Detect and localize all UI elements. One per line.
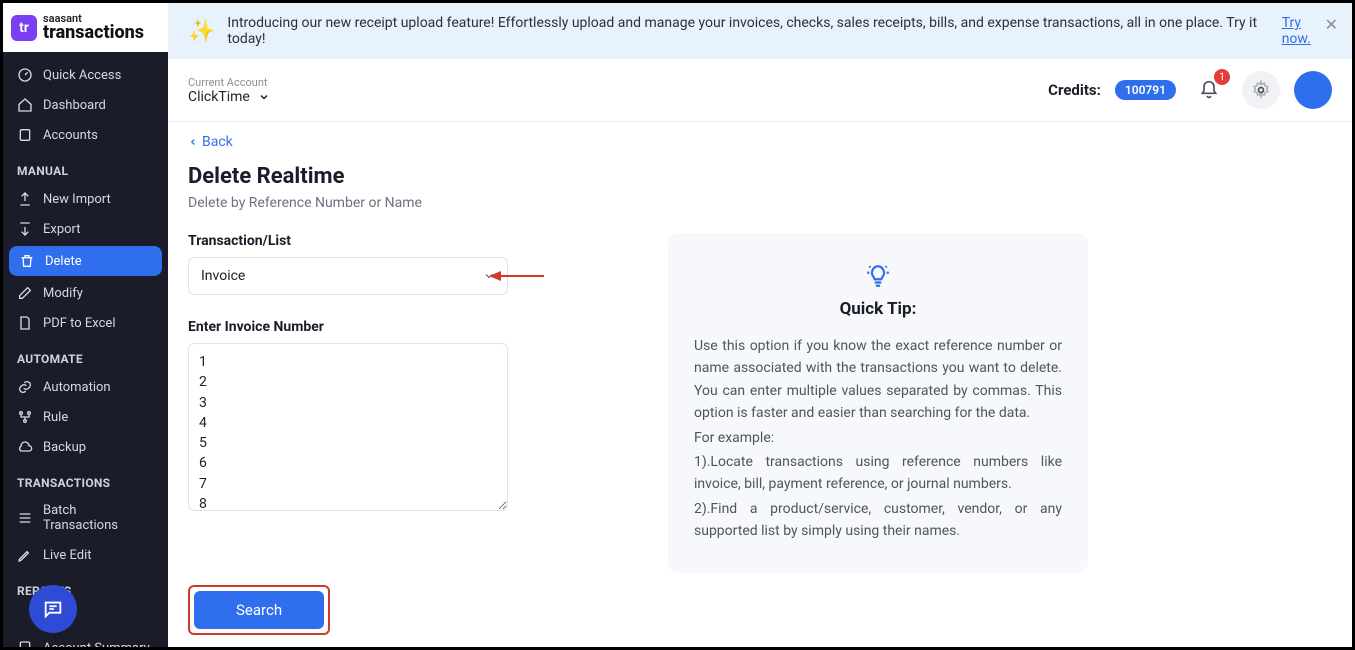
sidebar-section-reports: REPORTS [3, 570, 168, 604]
home-icon [17, 97, 33, 113]
download-icon [17, 221, 33, 237]
sidebar-item-rule[interactable]: Rule [3, 402, 168, 432]
page-title: Delete Realtime [188, 164, 1332, 189]
sidebar-section-manual: MANUAL [3, 150, 168, 184]
sidebar-item-dashboard[interactable]: Dashboard [3, 90, 168, 120]
credits-label: Credits: [1048, 81, 1101, 99]
header-bar: Current Account ClickTime Credits: 10079… [168, 59, 1352, 122]
gauge-icon [17, 67, 33, 83]
doc-icon [17, 640, 33, 647]
page-subtitle: Delete by Reference Number or Name [188, 195, 1332, 211]
avatar[interactable] [1294, 71, 1332, 109]
sidebar-section-automate: AUTOMATE [3, 338, 168, 372]
chat-fab[interactable] [29, 585, 77, 633]
upload-icon [17, 191, 33, 207]
sidebar-item-automation[interactable]: Automation [3, 372, 168, 402]
sidebar-item-backup[interactable]: Backup [3, 432, 168, 462]
logo-badge: tr [11, 15, 37, 41]
credits-pill: 100791 [1115, 80, 1176, 100]
tip-title: Quick Tip: [694, 299, 1062, 319]
notifications-button[interactable]: 1 [1190, 71, 1228, 109]
clipboard-icon [17, 127, 33, 143]
sidebar-item-live-edit[interactable]: Live Edit [3, 540, 168, 570]
search-button-highlight: Search [188, 585, 330, 635]
list-icon [17, 510, 33, 526]
chat-icon [42, 598, 64, 620]
logo: tr saasant transactions [3, 3, 168, 52]
sidebar-item-export[interactable]: Export [3, 214, 168, 244]
sparkle-icon: ✨ [188, 19, 215, 44]
gear-icon [1251, 80, 1271, 100]
sidebar-item-reports[interactable]: ts [3, 604, 168, 633]
lightbulb-icon [694, 263, 1062, 289]
invoice-number-label: Enter Invoice Number [188, 319, 508, 335]
file-icon [17, 315, 33, 331]
notification-badge: 1 [1214, 69, 1230, 85]
transaction-list-select[interactable]: Invoice [188, 257, 508, 295]
logo-text: saasant transactions [43, 13, 144, 42]
search-button[interactable]: Search [194, 591, 324, 629]
chevron-down-icon [258, 91, 270, 103]
sidebar-item-pdf-to-excel[interactable]: PDF to Excel [3, 308, 168, 338]
sidebar-item-delete[interactable]: Delete [9, 246, 162, 276]
chevron-down-icon [483, 270, 495, 282]
quick-tip-card: Quick Tip: Use this option if you know t… [668, 233, 1088, 573]
annotation-arrow [489, 266, 549, 286]
branch-icon [17, 409, 33, 425]
trash-icon [19, 253, 35, 269]
banner-close-icon[interactable]: ✕ [1325, 15, 1338, 34]
current-account-label: Current Account [188, 76, 270, 89]
sidebar-item-batch-transactions[interactable]: Batch Transactions [3, 496, 168, 540]
cloud-icon [17, 439, 33, 455]
sidebar-section-transactions: TRANSACTIONS [3, 462, 168, 496]
tip-body: Use this option if you know the exact re… [694, 335, 1062, 543]
sidebar-item-modify[interactable]: Modify [3, 278, 168, 308]
sidebar-item-accounts[interactable]: Accounts [3, 120, 168, 150]
pencil-icon [17, 547, 33, 563]
content-area: Back Delete Realtime Delete by Reference… [168, 122, 1352, 647]
banner-text: Introducing our new receipt upload featu… [227, 15, 1265, 47]
link-icon [17, 379, 33, 395]
invoice-number-textarea[interactable]: 1 2 3 4 5 6 7 8 [188, 343, 508, 511]
back-link[interactable]: Back [188, 134, 233, 150]
sidebar-item-account-summary[interactable]: Account Summary [3, 633, 168, 647]
account-switcher[interactable]: ClickTime [188, 89, 270, 105]
sidebar: tr saasant transactions Quick Access Das… [3, 3, 168, 647]
edit-icon [17, 285, 33, 301]
transaction-list-label: Transaction/List [188, 233, 508, 249]
chevron-left-icon [188, 135, 198, 149]
sidebar-item-quick-access[interactable]: Quick Access [3, 60, 168, 90]
announcement-banner: ✨ Introducing our new receipt upload fea… [168, 3, 1352, 59]
sidebar-item-new-import[interactable]: New Import [3, 184, 168, 214]
settings-button[interactable] [1242, 71, 1280, 109]
